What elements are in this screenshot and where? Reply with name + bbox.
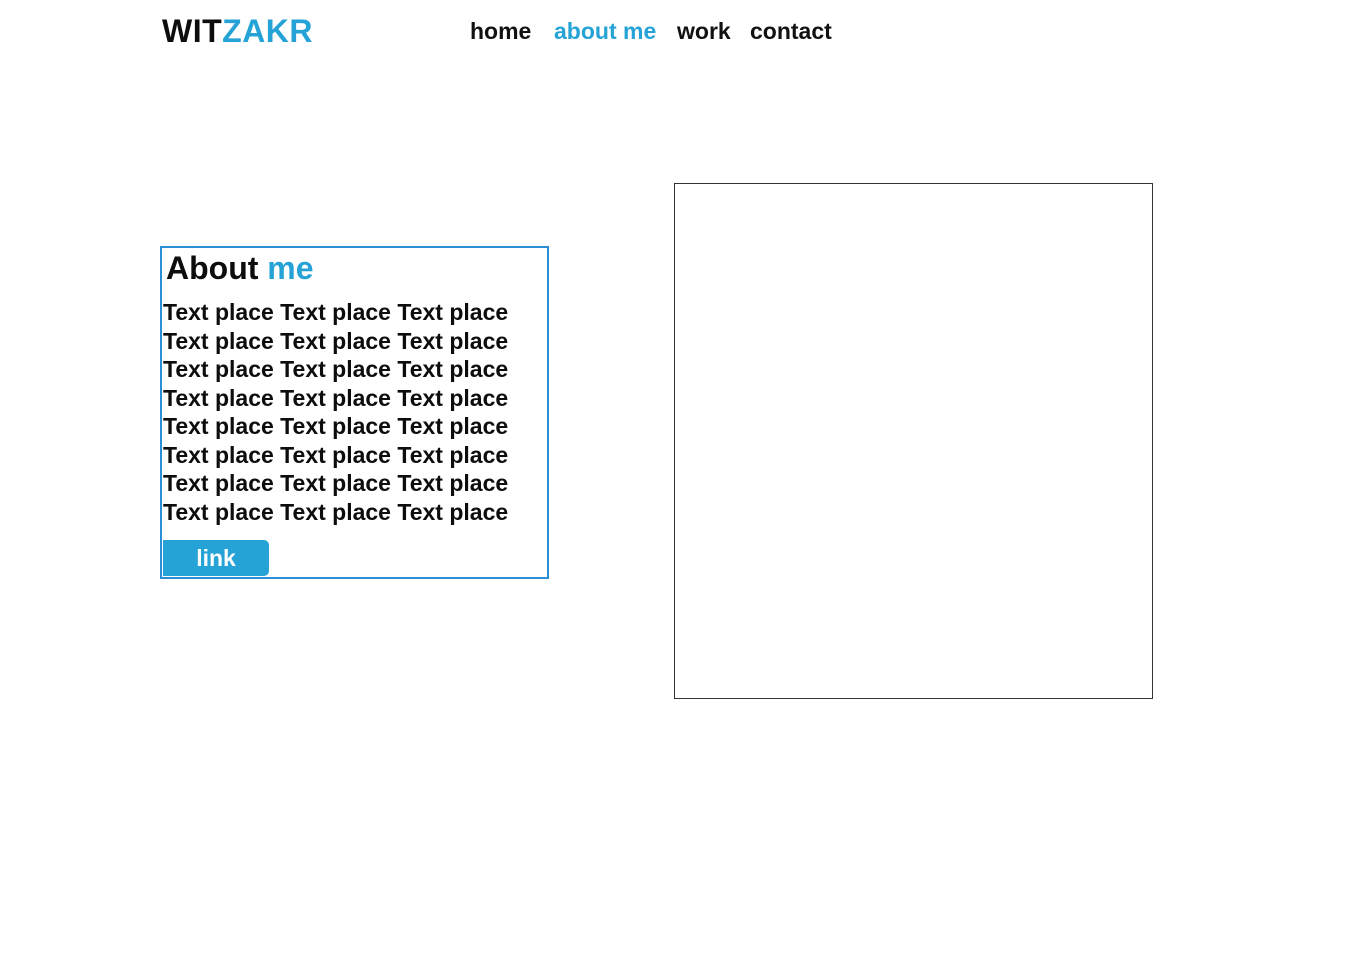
about-text-line: Text place Text place Text place: [163, 384, 509, 411]
about-title-accent: me: [267, 250, 314, 286]
logo-text-primary: WIT: [162, 13, 223, 49]
about-title-primary: About: [166, 250, 259, 286]
about-text-line: Text place Text place Text place: [163, 498, 509, 525]
about-title: About me: [166, 250, 314, 286]
about-text-line: Text place Text place Text place: [163, 356, 509, 382]
about-paragraph: Text place Text place Text place Text pl…: [163, 298, 543, 526]
image-placeholder: [674, 183, 1153, 699]
about-me-card: About me Text place Text place Text plac…: [160, 246, 549, 579]
nav-link-home[interactable]: home: [470, 16, 531, 46]
nav-link-contact[interactable]: contact: [750, 16, 832, 46]
about-text-line: Text place Text place Text place: [163, 441, 509, 468]
about-text-line: Text place Text place Text place: [163, 413, 509, 439]
link-button[interactable]: link: [163, 540, 269, 576]
logo-text-accent: ZAKR: [222, 13, 314, 49]
about-text-line: Text place Text place Text place: [163, 327, 509, 354]
site-logo[interactable]: WITZAKR: [162, 12, 313, 50]
about-text-line: Text place Text place Text place: [163, 470, 509, 496]
about-text-line: Text place Text place Text place: [163, 299, 509, 325]
nav-link-work[interactable]: work: [677, 16, 731, 46]
nav-link-about-me[interactable]: about me: [554, 16, 656, 46]
